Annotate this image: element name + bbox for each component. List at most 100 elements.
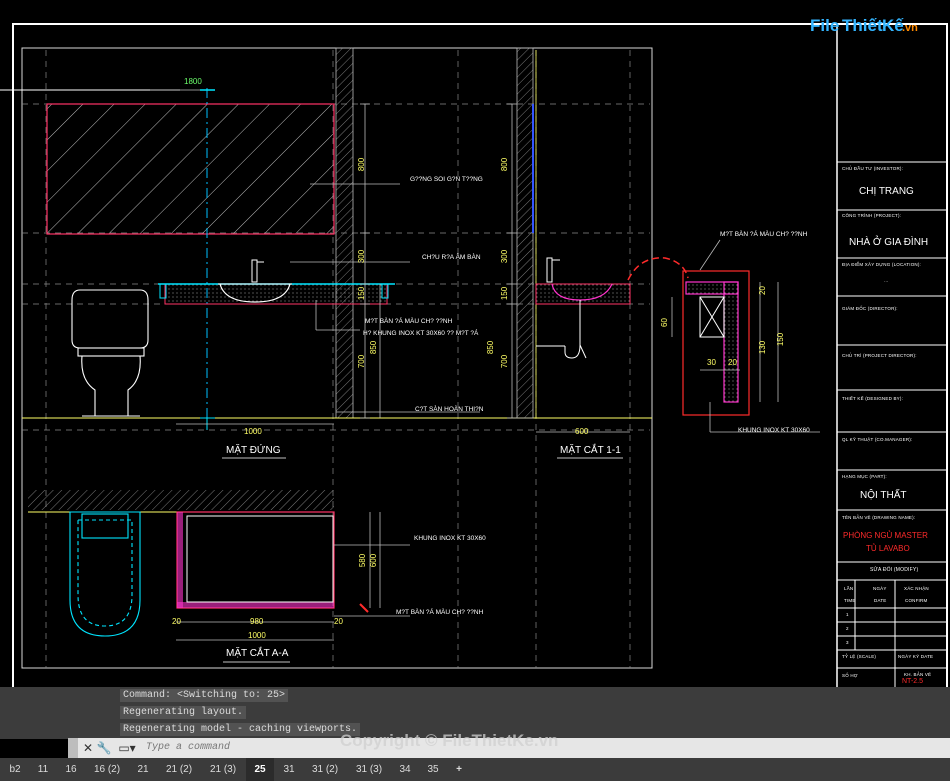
- investor-value: CHỊ TRANG: [859, 186, 914, 197]
- note-floor-level: C?T SÀN HOÀN THI?N: [415, 406, 484, 413]
- location-label: ĐỊA ĐIỂM XÂY DỰNG (LOCATION):: [842, 262, 921, 267]
- sheet-number: NT-2.5: [902, 678, 924, 685]
- add-layout-button[interactable]: +: [448, 758, 470, 781]
- layout-tab-31[interactable]: 31: [276, 758, 302, 781]
- dim-130-detail: 130: [758, 340, 768, 355]
- project-label: CÔNG TRÌNH (PROJECT):: [842, 213, 902, 218]
- manager-label: QL KỸ THUẬT (CO.MANAGER):: [842, 437, 913, 442]
- part-value: NỘI THẤT: [860, 490, 907, 501]
- rev-row-1: 1: [846, 612, 849, 617]
- note-countertop-aa: M?T BÀN ?Á MÀU CH? ??NH: [396, 609, 484, 616]
- filethietke-logo: File Thiết Kế .vn: [810, 14, 920, 42]
- layout-tab-21-2[interactable]: 21 (2): [158, 758, 200, 781]
- rev-col-time-en: TIME: [844, 598, 856, 603]
- layout-tab-16[interactable]: 16: [58, 758, 84, 781]
- layout-tab-21-3[interactable]: 21 (3): [202, 758, 244, 781]
- note-frame-detail: KHUNG INOX KT 30X60: [738, 427, 810, 434]
- director-label: GIÁM ĐỐC (DIRECTOR):: [842, 306, 898, 311]
- dim-1800: 1800: [184, 77, 202, 86]
- logo-ke: Kế: [882, 16, 904, 35]
- note-countertop: M?T BÀN ?Á MÀU CH? ??NH: [365, 318, 453, 325]
- copyright-watermark: Copyright © FileThietKe.vn: [340, 731, 559, 750]
- close-icon[interactable]: ✕: [80, 740, 96, 756]
- toilet-elevation: [71, 289, 149, 417]
- location-value: ...: [884, 278, 889, 283]
- note-countertop-detail: M?T BÀN ?Á MÀU CH? ??NH: [720, 231, 808, 238]
- dim-600-sec: 600: [575, 427, 589, 436]
- dim-30-detail: 30: [707, 358, 716, 367]
- note-basin: CH?U R?A ÂM BÀN: [422, 254, 481, 261]
- rev-row-3: 3: [846, 640, 849, 645]
- logo-vn: .vn: [902, 22, 918, 34]
- dim-20b-detail: 20: [728, 358, 737, 367]
- layout-tab-34[interactable]: 34: [392, 758, 418, 781]
- date-label: NGÀY KÝ DATE: [898, 654, 934, 659]
- toilet-plan: [69, 511, 141, 637]
- drawing-name-label: TÊN BẢN VẼ (DRAWING NAME):: [842, 515, 916, 520]
- view-title-section-1-1: MẶT CẮT 1-1: [560, 445, 621, 456]
- drawing-canvas[interactable]: File Thiết Kế .vn 1800 800 300 150 850 7…: [0, 0, 950, 712]
- dim-1000-elev: 1000: [244, 427, 262, 436]
- rev-row-2: 2: [846, 626, 849, 631]
- logo-thiet: Thiết: [842, 16, 883, 35]
- dim-850-elev: 850: [369, 340, 379, 355]
- logo-file: File: [810, 16, 840, 35]
- designer-label: THIẾT KẾ (DESIGNED BY):: [842, 396, 904, 401]
- command-history-line-2: Regenerating layout.: [120, 706, 247, 719]
- command-input[interactable]: Type a command: [146, 740, 230, 756]
- note-frame: H? KHUNG INOX KT 30X60 ?? M?T ?Á: [363, 330, 479, 337]
- sheet-label: KH. BẢN VẼ: [904, 672, 932, 677]
- dim-150-sec: 150: [500, 286, 510, 301]
- dim-1000-aa: 1000: [248, 631, 266, 640]
- dim-20-aa: 20: [172, 617, 181, 626]
- rev-col-time-vn: LẦN: [844, 586, 854, 591]
- layout-tab-31-3[interactable]: 31 (3): [348, 758, 390, 781]
- customize-wrench-icon[interactable]: 🔧: [96, 740, 112, 756]
- recent-commands-icon[interactable]: ▭▾: [116, 740, 138, 756]
- layout-tab-11[interactable]: 11: [30, 758, 56, 781]
- layout-tab-35[interactable]: 35: [420, 758, 446, 781]
- dim-150-elev: 150: [357, 286, 367, 301]
- dim-700-elev: 700: [357, 354, 367, 369]
- rev-col-date-vn: NGÀY: [873, 586, 887, 591]
- dim-60-detail: 60: [659, 318, 669, 327]
- rev-col-confirm-en: CONFIRM: [905, 598, 928, 603]
- detail-section: [671, 239, 820, 433]
- dim-580-aa: 580: [358, 553, 368, 568]
- dim-300-elev: 300: [357, 249, 367, 264]
- dim-800-sec: 800: [500, 157, 510, 172]
- dim-20b-aa: 20: [334, 617, 343, 626]
- dim-800-elev: 800: [357, 157, 367, 172]
- drawing-name-line2: TỦ LAVABO: [866, 544, 910, 553]
- dim-300-sec: 300: [500, 249, 510, 264]
- command-history-line-3: Regenerating model - caching viewports.: [120, 723, 361, 736]
- investor-label: CHỦ ĐẦU TƯ (INVESTOR):: [842, 166, 904, 171]
- dim-20-detail: 20: [757, 286, 767, 295]
- project-value: NHÀ Ở GIA ĐÌNH: [849, 237, 929, 248]
- layout-tab-25[interactable]: 25: [246, 758, 274, 781]
- command-history-line-1: Command: <Switching to: 25>: [120, 689, 289, 702]
- mirror: [46, 103, 335, 235]
- view-title-elevation: MẶT ĐỨNG: [226, 445, 281, 456]
- countertop: [164, 283, 388, 305]
- layout-tab-bar: b2 11 16 16 (2) 21 21 (2) 21 (3) 25 31 3…: [0, 758, 950, 781]
- cad-drawing: [0, 23, 948, 689]
- layout-tab-16-2[interactable]: 16 (2): [86, 758, 128, 781]
- dim-600-aa: 600: [369, 553, 379, 568]
- layout-tab-b2[interactable]: b2: [2, 758, 28, 781]
- dim-700-sec: 700: [500, 354, 510, 369]
- note-frame-aa: KHUNG INOX KT 30X60: [414, 535, 486, 542]
- layout-tab-31-2[interactable]: 31 (2): [304, 758, 346, 781]
- rev-col-confirm-vn: XÁC NHẬN: [904, 586, 929, 591]
- dim-980-aa: 980: [250, 617, 264, 626]
- part-label: HẠNG MỤC (PART):: [842, 474, 887, 479]
- scale-label: TỶ LỆ (SCALE): [842, 654, 877, 659]
- modify-label: SỬA ĐỔI (MODIFY): [870, 567, 919, 573]
- drag-grip-icon[interactable]: [68, 738, 78, 758]
- dim-150-detail: 150: [776, 332, 786, 347]
- drawing-name-line1: PHÒNG NGỦ MASTER: [843, 531, 928, 540]
- note-mirror: G??NG SOI G?N T??NG: [410, 176, 483, 183]
- dim-850-sec: 850: [486, 340, 496, 355]
- number-label: SỐ HỢ: [842, 673, 858, 678]
- layout-tab-21[interactable]: 21: [130, 758, 156, 781]
